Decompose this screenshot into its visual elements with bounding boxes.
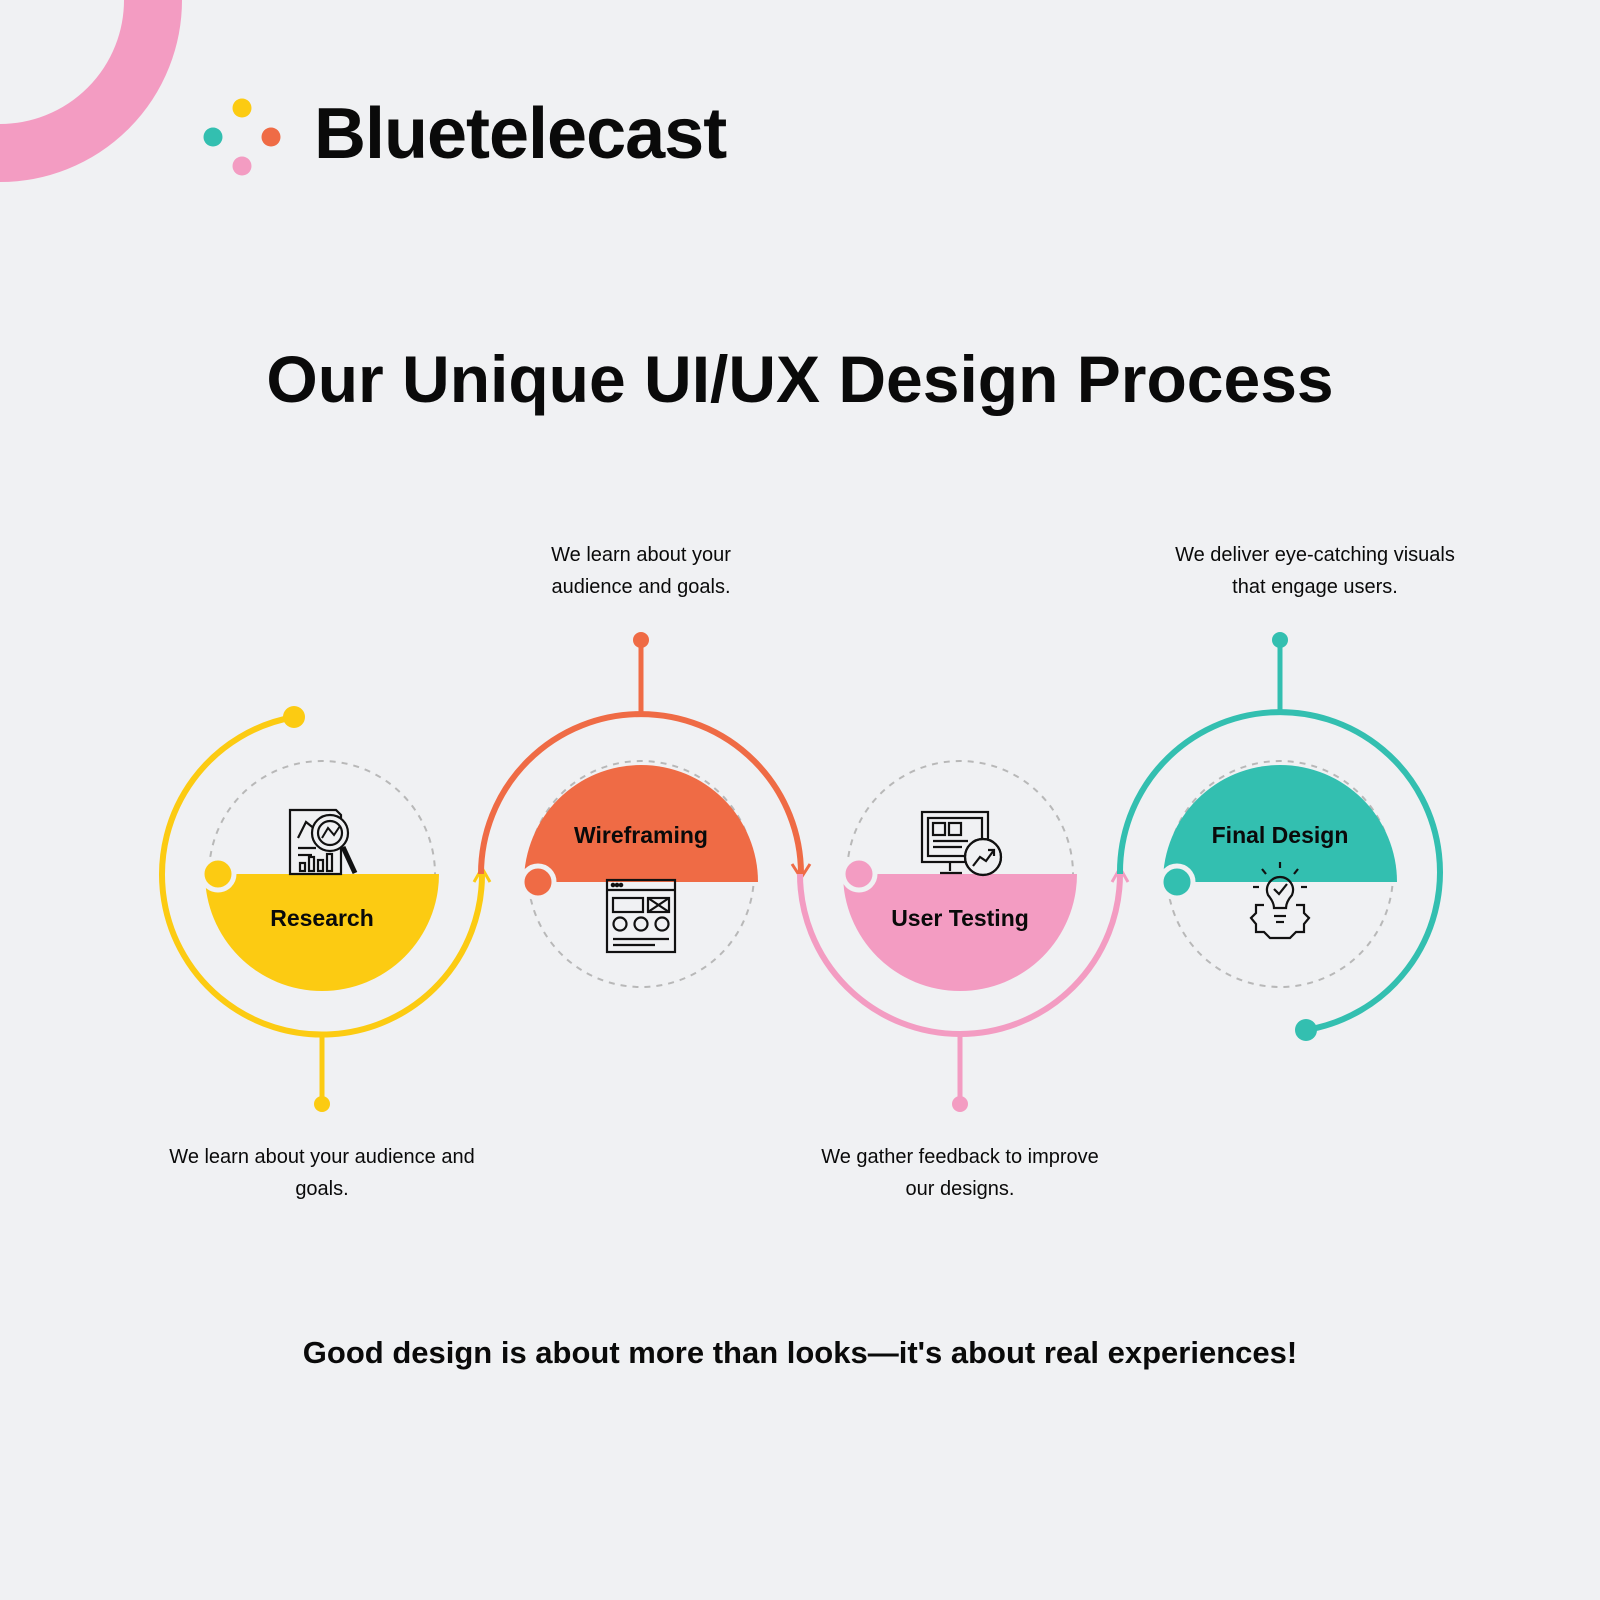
wireframe-layout-icon bbox=[605, 878, 677, 954]
step-label-wireframing: Wireframing bbox=[574, 822, 708, 848]
step-wireframing bbox=[478, 632, 812, 988]
step-label-research: Research bbox=[270, 905, 374, 931]
description-final-design: We deliver eye-catching visuals that eng… bbox=[1175, 544, 1455, 598]
research-chart-magnifier-icon bbox=[288, 808, 358, 876]
monitor-analytics-icon bbox=[920, 810, 1003, 877]
tagline: Good design is about more than looks—it'… bbox=[302, 1335, 1298, 1370]
description-research: We learn about your audience and goals. bbox=[169, 1146, 475, 1200]
step-label-user-testing: User Testing bbox=[891, 905, 1029, 931]
step-label-final-design: Final Design bbox=[1211, 822, 1349, 848]
description-user-testing: We gather feedback to improve our design… bbox=[821, 1146, 1099, 1200]
description-wireframing: We learn about your audience and goals. bbox=[551, 544, 731, 598]
step-user-testing bbox=[797, 760, 1130, 1112]
